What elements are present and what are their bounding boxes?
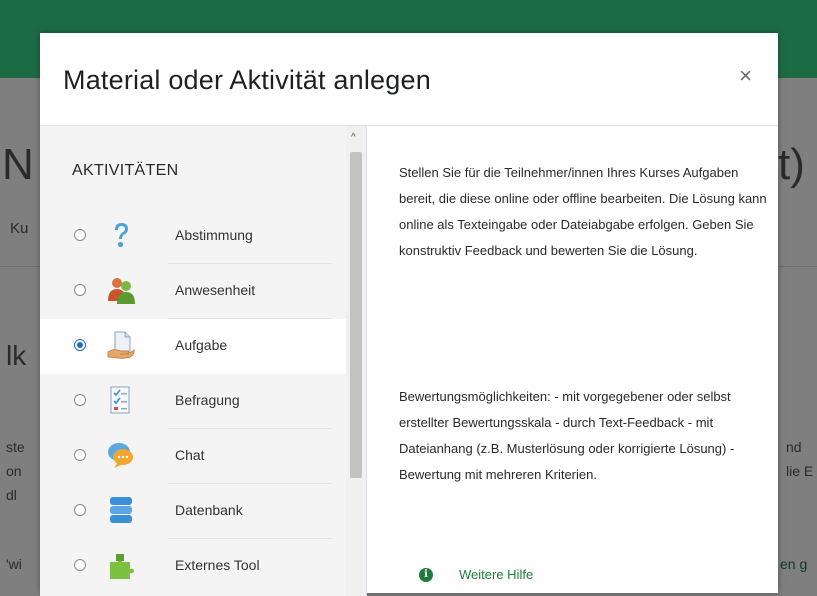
- modal-title: Material oder Aktivität anlegen: [63, 65, 431, 95]
- bg-text-line: lie E: [786, 463, 814, 479]
- bg-course-title-left: N: [2, 140, 34, 189]
- bg-link: en g: [780, 556, 808, 572]
- bg-text-line: on: [6, 463, 22, 479]
- bg-text-line: dl: [6, 487, 17, 503]
- info-icon: i: [419, 568, 433, 582]
- activity-option-befragung[interactable]: Befragung: [40, 374, 346, 429]
- bg-divider: [0, 266, 40, 267]
- assignment-hand-icon: [107, 331, 135, 359]
- survey-checklist-icon: [110, 386, 130, 414]
- add-activity-modal: Material oder Aktivität anlegen × AKTIVI…: [40, 33, 779, 596]
- activity-list-panel: AKTIVITÄTEN Abstimmung Anwesenheit Aufga…: [40, 126, 366, 596]
- bg-section-title: lk: [6, 340, 27, 371]
- activity-description-panel: Stellen Sie für die Teilnehmer/innen Ihr…: [366, 126, 779, 596]
- radio-button[interactable]: [74, 449, 86, 461]
- activity-label: Abstimmung: [175, 227, 253, 243]
- radio-button[interactable]: [74, 284, 86, 296]
- bg-divider-right: [778, 266, 817, 267]
- activity-label: Aufgabe: [175, 337, 228, 353]
- activity-label: Befragung: [175, 392, 240, 408]
- radio-button[interactable]: [74, 559, 86, 571]
- question-mark-icon: [115, 223, 128, 248]
- activity-option-externes-tool[interactable]: Externes Tool: [40, 539, 346, 594]
- scrollbar-thumb[interactable]: [350, 152, 362, 478]
- bg-course-title-right: t): [778, 140, 805, 189]
- activity-label: Anwesenheit: [175, 282, 256, 298]
- more-help-link[interactable]: Weitere Hilfe: [459, 567, 533, 582]
- activity-label: Datenbank: [175, 502, 243, 518]
- activity-label: Chat: [175, 447, 205, 463]
- chat-bubbles-icon: [108, 443, 133, 468]
- people-icon: [108, 278, 135, 304]
- database-icon: [110, 497, 132, 523]
- bg-text-line: nd: [786, 439, 802, 455]
- activity-option-chat[interactable]: Chat: [40, 429, 346, 484]
- grading-options-paragraph: Bewertungsmöglichkeiten: - mit vorgegebe…: [399, 389, 735, 482]
- description-paragraph: Stellen Sie für die Teilnehmer/innen Ihr…: [399, 165, 767, 258]
- activity-option-datenbank[interactable]: Datenbank: [40, 484, 346, 539]
- bg-breadcrumb: Ku: [10, 220, 29, 237]
- activity-list-scrollbar[interactable]: ^: [346, 126, 366, 596]
- bg-text-line: ste: [6, 439, 25, 455]
- radio-button[interactable]: [74, 394, 86, 406]
- close-button[interactable]: ×: [739, 63, 752, 89]
- bg-text-line: 'wi: [6, 556, 22, 572]
- scroll-up-arrow-icon[interactable]: ^: [351, 132, 356, 143]
- section-heading-activities: AKTIVITÄTEN: [72, 162, 179, 179]
- radio-button-selected[interactable]: [74, 339, 86, 351]
- radio-button[interactable]: [74, 504, 86, 516]
- activity-option-abstimmung[interactable]: Abstimmung: [40, 209, 346, 264]
- modal-header: Material oder Aktivität anlegen ×: [40, 33, 778, 126]
- activity-option-anwesenheit[interactable]: Anwesenheit: [40, 264, 346, 319]
- activity-option-aufgabe[interactable]: Aufgabe: [40, 319, 346, 374]
- puzzle-icon: [110, 554, 134, 579]
- activity-label: Externes Tool: [175, 557, 260, 573]
- radio-button[interactable]: [74, 229, 86, 241]
